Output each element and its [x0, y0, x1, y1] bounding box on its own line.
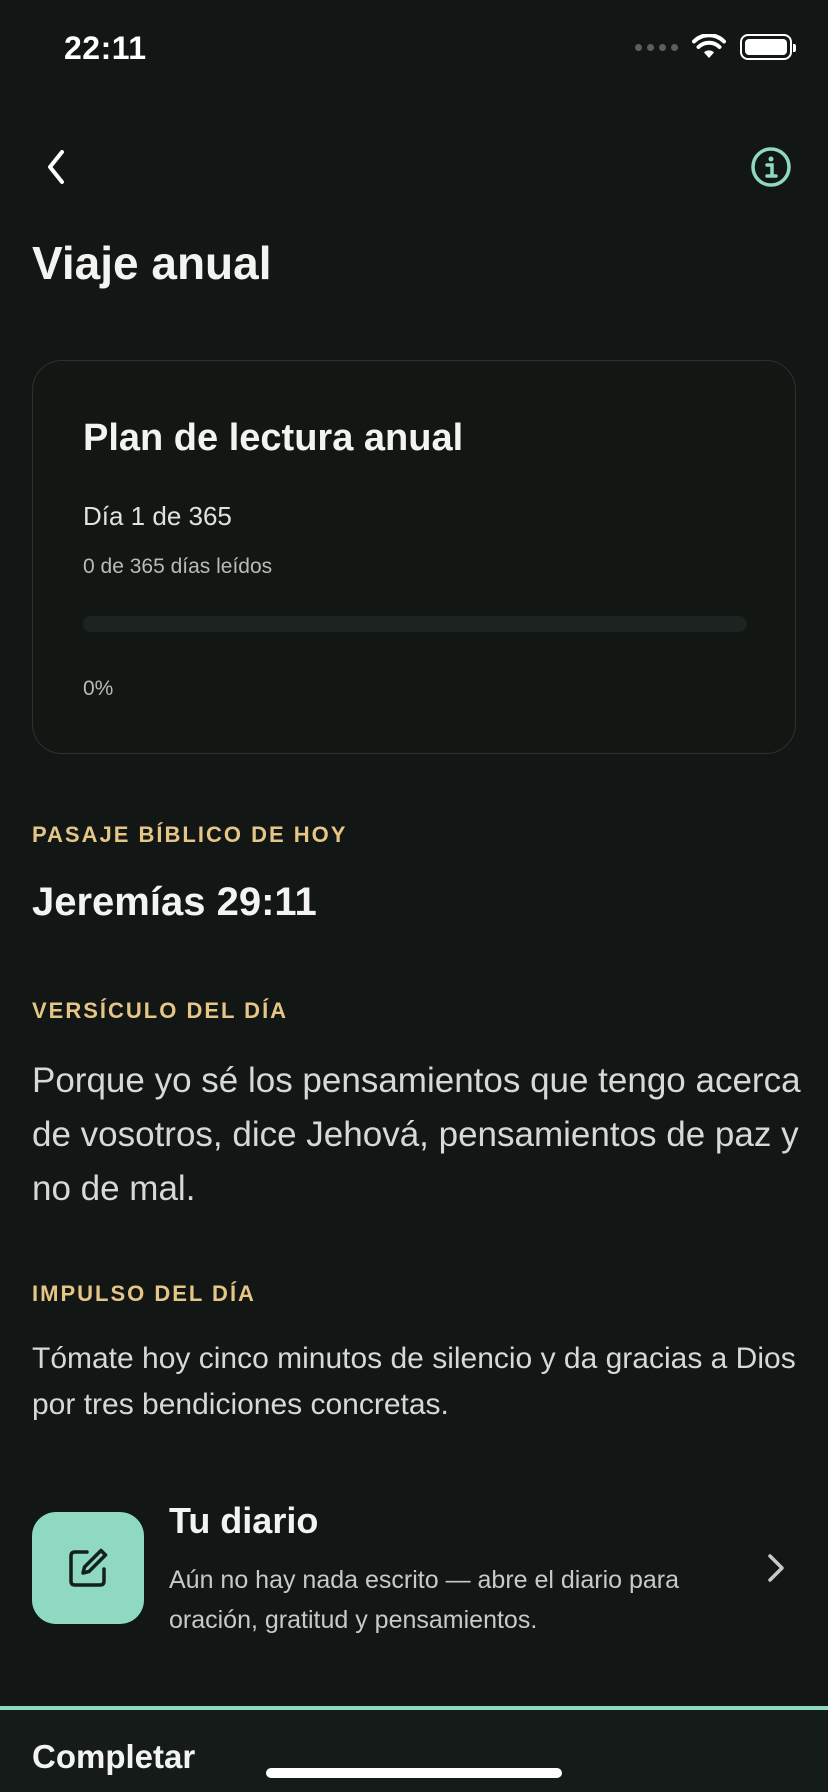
plan-day-label: Día 1 de 365: [83, 501, 232, 531]
home-indicator: [266, 1768, 562, 1778]
info-button[interactable]: [750, 146, 792, 188]
cellular-signal-icon: [635, 43, 678, 51]
chevron-right-icon: [768, 1554, 784, 1582]
status-time: 22:11: [64, 30, 147, 66]
verse-section-label: VERSÍCULO DEL DÍA: [32, 998, 289, 1023]
diary-row[interactable]: Tu diario Aún no hay nada escrito — abre…: [32, 1488, 796, 1648]
plan-progress-bar: [83, 616, 747, 632]
diary-description: Aún no hay nada escrito — abre el diario…: [169, 1566, 680, 1634]
status-bar: 22:11: [0, 0, 828, 100]
wifi-icon: [692, 34, 726, 58]
reading-plan-card: Plan de lectura anual Día 1 de 365 0 de …: [32, 360, 796, 754]
plan-read-count: 0 de 365 días leídos: [83, 555, 273, 578]
plan-title: Plan de lectura anual: [83, 417, 464, 459]
info-circle-icon: [751, 147, 791, 187]
edit-note-icon: [69, 1548, 108, 1587]
battery-icon: [740, 34, 796, 60]
complete-button[interactable]: Completar: [32, 1738, 195, 1776]
impulse-text: Tómate hoy cinco minutos de silencio y d…: [32, 1342, 796, 1421]
bottom-bar: Completar: [0, 1706, 828, 1792]
diary-title: Tu diario: [169, 1500, 319, 1541]
verse-text: Porque yo sé los pensamientos que tengo …: [32, 1061, 801, 1208]
diary-icon-tile: [32, 1512, 144, 1624]
back-button[interactable]: [36, 142, 76, 192]
screen: 22:11 Viaje anual Plan de lectura anual: [0, 0, 828, 1792]
status-indicators: [635, 34, 796, 60]
page-title: Viaje anual: [32, 237, 272, 289]
passage-section-label: PASAJE BÍBLICO DE HOY: [32, 822, 348, 847]
impulse-section-label: IMPULSO DEL DÍA: [32, 1281, 256, 1306]
chevron-left-icon: [48, 150, 64, 184]
passage-reference: Jeremías 29:11: [32, 880, 317, 924]
plan-percent: 0%: [83, 677, 114, 700]
